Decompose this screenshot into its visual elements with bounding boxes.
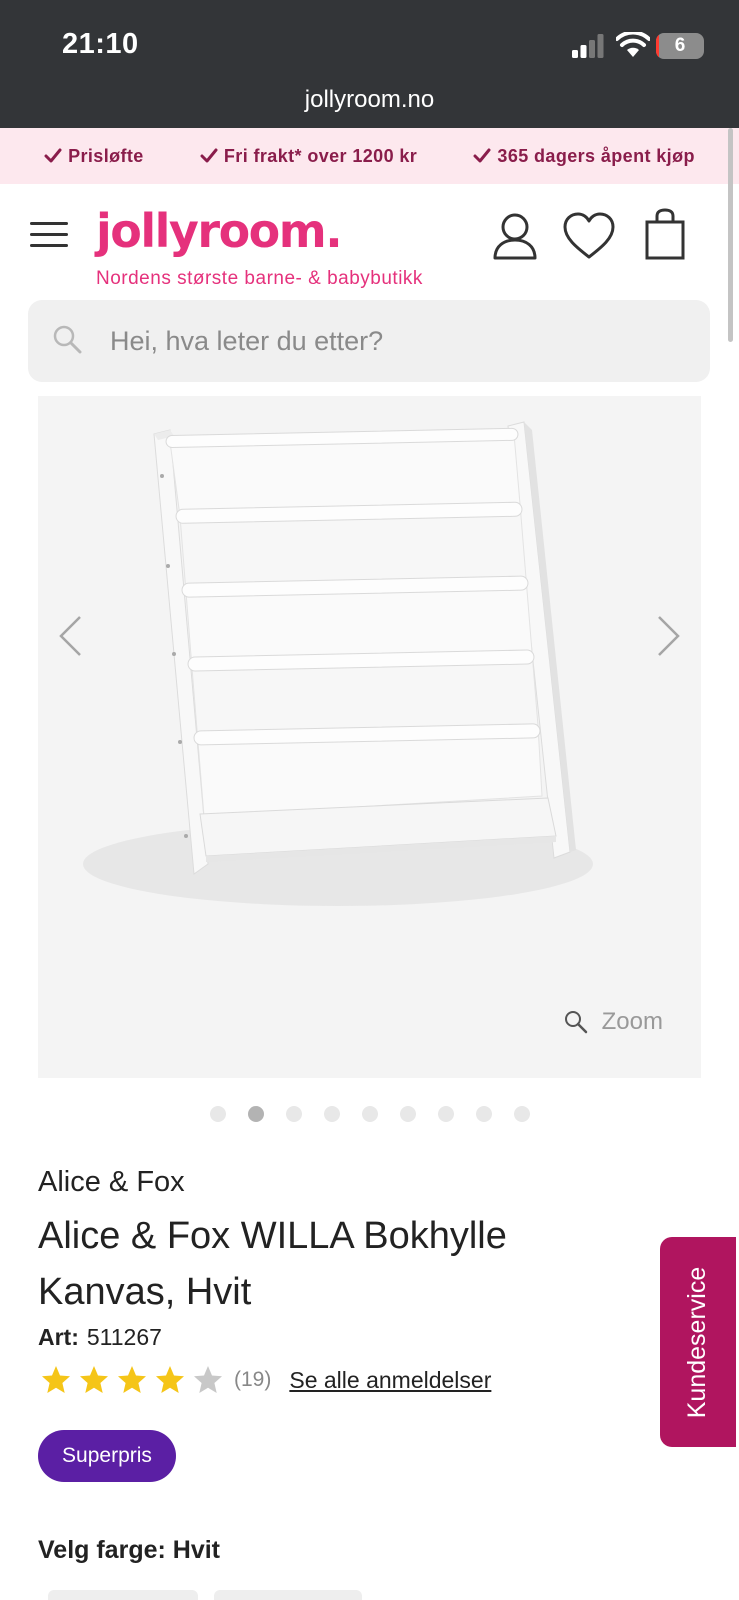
product-image-gallery[interactable]: Zoom [38, 396, 701, 1078]
pagination-dot[interactable] [361, 1106, 378, 1122]
promo-item-apent-kjop: 365 dagers åpent kjøp [473, 146, 694, 167]
rating-stars [40, 1364, 224, 1396]
cellular-signal-icon [572, 34, 604, 58]
site-header: jollyroom. Nordens største barne- & baby… [0, 184, 739, 294]
pagination-dot[interactable] [513, 1106, 530, 1122]
selected-color: Hvit [172, 1536, 221, 1564]
search-icon [53, 325, 82, 354]
article-label: Art: [38, 1324, 79, 1350]
battery-indicator: 6 [656, 33, 704, 59]
customer-service-tab[interactable]: Kundeservice [660, 1237, 736, 1447]
status-time: 21:10 [62, 28, 139, 60]
promo-bar: Prisløfte Fri frakt* over 1200 kr 365 da… [0, 128, 739, 184]
star-filled-icon [118, 1366, 146, 1393]
check-icon [200, 148, 218, 163]
status-bar: 21:10 6 jollyroom.no [0, 0, 739, 128]
color-selector-label: Velg farge: Hvit [38, 1536, 220, 1565]
pagination-dot[interactable] [209, 1106, 226, 1122]
shopping-bag-icon[interactable] [644, 208, 686, 260]
search-bar[interactable] [28, 300, 710, 382]
product-title: Alice & Fox WILLA Bokhylle Kanvas, Hvit [38, 1215, 507, 1313]
promo-item-prislofte: Prisløfte [44, 146, 144, 167]
site-logo[interactable]: jollyroom. [96, 204, 343, 258]
superpris-badge: Superpris [38, 1430, 176, 1482]
color-swatch[interactable] [48, 1590, 198, 1600]
pagination-dot[interactable] [437, 1106, 454, 1122]
next-image-arrow-icon[interactable] [653, 614, 683, 658]
heart-icon[interactable] [562, 212, 616, 260]
article-number: Art: 511267 [38, 1324, 162, 1351]
search-input[interactable] [110, 300, 690, 382]
product-rating[interactable]: (19) Se alle anmeldelser [40, 1364, 491, 1396]
promo-item-fri-frakt: Fri frakt* over 1200 kr [200, 146, 417, 167]
product-brand[interactable]: Alice & Fox [38, 1166, 185, 1199]
pagination-dot[interactable] [475, 1106, 492, 1122]
see-all-reviews-link[interactable]: Se alle anmeldelser [289, 1367, 491, 1394]
zoom-label: Zoom [601, 1008, 663, 1035]
customer-service-label: Kundeservice [683, 1266, 712, 1418]
pagination-dot[interactable] [323, 1106, 340, 1122]
pagination-dot[interactable] [285, 1106, 302, 1122]
star-filled-icon [80, 1366, 108, 1393]
promo-label: Prisløfte [68, 145, 144, 166]
promo-label: Fri frakt* over 1200 kr [223, 145, 418, 166]
menu-icon[interactable] [30, 222, 68, 248]
site-tagline: Nordens største barne- & babybutikk [96, 268, 423, 289]
battery-level: 6 [674, 35, 686, 56]
review-count: (19) [234, 1368, 272, 1391]
check-icon [473, 148, 491, 163]
wifi-icon [616, 32, 650, 57]
zoom-button[interactable]: Zoom [564, 1008, 663, 1036]
star-filled-icon [42, 1366, 70, 1393]
star-filled-icon [156, 1366, 184, 1393]
pagination-dot[interactable] [247, 1106, 264, 1122]
star-empty-icon [194, 1366, 222, 1393]
promo-label: 365 dagers åpent kjøp [497, 145, 695, 166]
page-scrollbar[interactable] [728, 128, 733, 342]
gallery-pagination [0, 1106, 739, 1122]
url-bar[interactable]: jollyroom.no [0, 86, 739, 114]
previous-image-arrow-icon[interactable] [56, 614, 86, 658]
pagination-dot[interactable] [399, 1106, 416, 1122]
check-icon [44, 148, 62, 163]
color-label-text: Velg farge: [38, 1536, 166, 1564]
product-image[interactable] [38, 396, 701, 1078]
color-swatch[interactable] [214, 1590, 362, 1600]
zoom-icon [564, 1011, 587, 1034]
user-icon[interactable] [492, 212, 538, 260]
article-value: 511267 [86, 1324, 162, 1350]
